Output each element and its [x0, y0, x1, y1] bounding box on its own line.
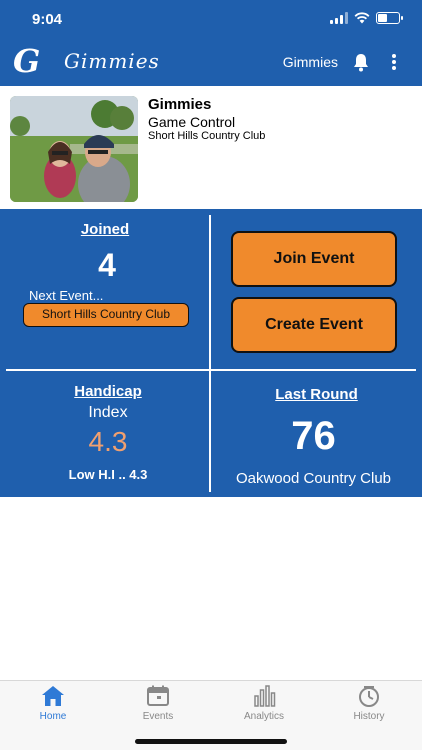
next-event-label: Next Event... [29, 288, 104, 303]
app-header: G Gimmies Gimmies [0, 40, 422, 86]
next-event-badge[interactable]: Short Hills Country Club [23, 303, 189, 327]
last-round-title[interactable]: Last Round [211, 386, 422, 403]
handicap-subtitle: Index [88, 404, 128, 421]
home-indicator [135, 739, 287, 744]
tab-events-label: Events [142, 711, 174, 722]
status-icons [330, 12, 403, 24]
handicap-title[interactable]: Handicap [0, 383, 216, 400]
profile-photo [10, 96, 138, 202]
app-logo: G [13, 42, 41, 80]
profile-club: Short Hills Country Club [148, 130, 266, 142]
joined-count: 4 [98, 247, 116, 283]
signal-icon [330, 12, 348, 24]
more-vertical-icon[interactable] [390, 52, 398, 72]
header-account-label[interactable]: Gimmies [283, 54, 338, 70]
tab-analytics[interactable]: Analytics [224, 685, 304, 729]
bar-chart-icon [254, 685, 276, 707]
profile-name: Gimmies [148, 96, 212, 113]
divider-horizontal [6, 369, 416, 371]
last-round-club: Oakwood Country Club [235, 470, 392, 487]
joined-title[interactable]: Joined [0, 221, 210, 238]
tab-home[interactable]: Home [13, 685, 93, 729]
tab-history[interactable]: History [329, 685, 409, 729]
status-time: 9:04 [32, 11, 63, 28]
low-handicap-label: Low H.I .. 4.3 [68, 467, 148, 482]
profile-card: Gimmies Game Control Short Hills Country… [0, 86, 422, 209]
create-event-button[interactable]: Create Event [231, 297, 397, 353]
wifi-icon [354, 12, 370, 24]
app-title: Gimmies [64, 49, 160, 73]
profile-subtitle: Game Control [148, 114, 236, 130]
battery-icon [376, 12, 403, 24]
handicap-value: 4.3 [88, 426, 128, 457]
calendar-icon [147, 685, 169, 706]
stopwatch-icon [359, 686, 379, 707]
home-icon [42, 686, 64, 706]
tab-analytics-label: Analytics [243, 711, 284, 722]
tab-history-label: History [353, 711, 385, 722]
last-round-score: 76 [291, 414, 336, 458]
dashboard-grid: Joined 4 Next Event... Short Hills Count… [0, 209, 422, 497]
join-event-button[interactable]: Join Event [231, 231, 397, 287]
tab-events[interactable]: Events [118, 685, 198, 729]
status-bar: 9:04 [0, 0, 422, 40]
bell-icon[interactable] [352, 52, 370, 72]
tab-home-label: Home [39, 711, 67, 722]
